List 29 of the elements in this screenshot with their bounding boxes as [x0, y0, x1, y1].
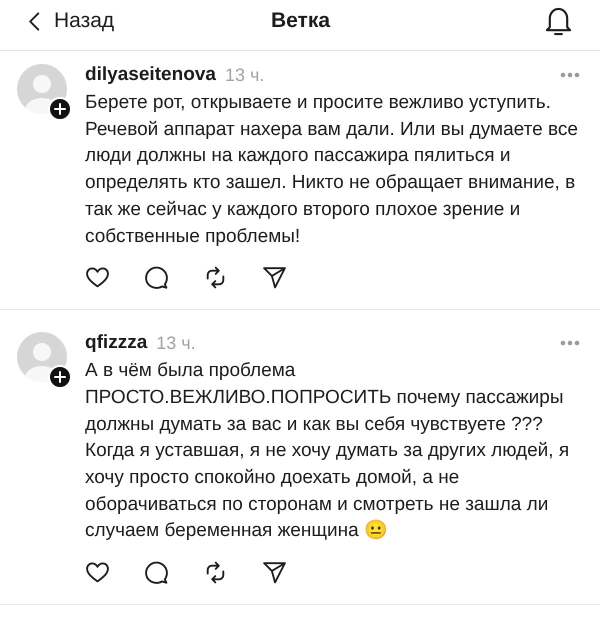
comment-text: Берете рот, открываете и просите вежливо уступить. Речевой аппарат нахера вам дали. Или вы думаете все люди должны на каждого пассажира пялиться и определять кто зашел. Никто не обращает внимание, в так же сейчас у каждого второго плохое зрение и собственные проблемы! — [85, 91, 579, 249]
notifications-button[interactable] — [544, 6, 573, 36]
like-button[interactable] — [85, 560, 110, 586]
plus-icon[interactable] — [48, 365, 72, 390]
share-button[interactable] — [262, 560, 287, 586]
plus-icon[interactable] — [48, 97, 72, 121]
reply-button[interactable] — [144, 265, 169, 290]
reply-button[interactable] — [144, 560, 169, 586]
page-title: Ветка — [270, 8, 330, 34]
speech-bubble-icon — [144, 265, 169, 290]
share-button[interactable] — [262, 265, 287, 290]
username[interactable]: dilyaseitenova — [85, 60, 216, 90]
chevron-left-icon — [28, 12, 40, 30]
post-time: 13 ч. — [224, 64, 264, 86]
post-time: 13 ч. — [156, 332, 196, 355]
paper-plane-icon — [262, 560, 287, 586]
speech-bubble-icon — [144, 560, 169, 586]
more-dots-icon — [560, 72, 580, 78]
more-options-button[interactable] — [560, 340, 580, 346]
back-button[interactable]: Назад — [28, 8, 114, 34]
heart-icon — [85, 560, 110, 586]
more-dots-icon — [560, 340, 580, 346]
more-options-button[interactable] — [560, 72, 580, 78]
comment-text: А в чём была проблема ПРОСТО.ВЕЖЛИВО.ПОПРОСИТЬ почему пассажиры должны думать за вас и как вы себя чувствуете ??? Когда я уставшая, я не хочу думать за других людей, я хочу просто спокойно доехать домой, а не оборачиваться по сторонам и смотреть не зашла ли случаем беременная женщина 😐 — [85, 359, 570, 544]
paper-plane-icon — [262, 265, 287, 290]
bell-icon — [544, 6, 573, 36]
like-button[interactable] — [85, 265, 110, 290]
username[interactable]: qfizzza — [85, 328, 148, 358]
heart-icon — [85, 265, 110, 290]
